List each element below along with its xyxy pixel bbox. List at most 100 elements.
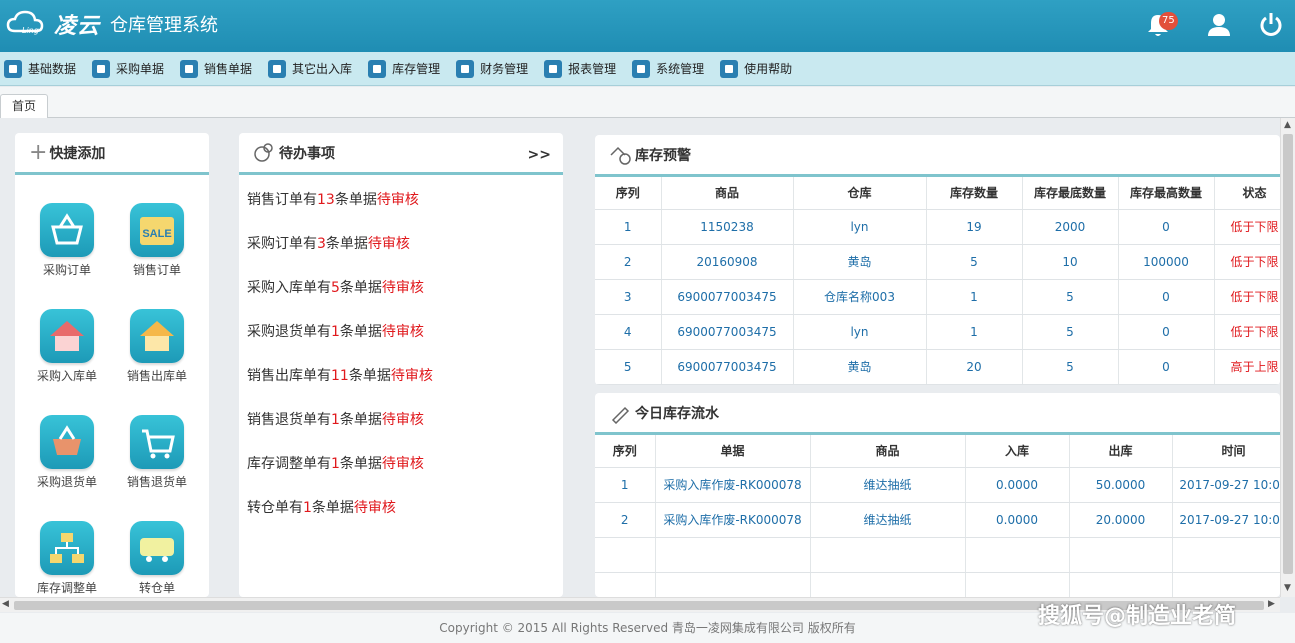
status-text: 低于下限: [1214, 209, 1280, 245]
plus-icon: +: [29, 140, 48, 165]
menu-label: 库存管理: [392, 62, 441, 76]
quick-add-sales-return[interactable]: 销售退货单: [112, 415, 202, 490]
menu-label: 系统管理: [656, 62, 705, 76]
tab-bar: 首页: [0, 87, 1295, 118]
system-title: 仓库管理系统: [110, 15, 219, 36]
quick-add-sales-outbound[interactable]: 销售出库单: [112, 309, 202, 384]
todo-status: 待审核: [376, 192, 419, 208]
card-icon: [456, 59, 475, 78]
todo-count: 1: [303, 500, 312, 516]
todo-status: 待审核: [381, 280, 424, 296]
todo-count: 5: [331, 280, 340, 296]
stock-alert-header: 库存预警: [595, 135, 1280, 177]
quick-add-sales-order[interactable]: SALE 销售订单: [112, 203, 202, 278]
cart-icon: [130, 415, 184, 469]
logo: Ling 凌云 仓库管理系统: [6, 8, 218, 40]
tab-home[interactable]: 首页: [0, 94, 48, 118]
scroll-right-icon[interactable]: ▶: [1268, 599, 1275, 609]
menu-label: 使用帮助: [744, 62, 793, 76]
status-text: 低于下限: [1214, 314, 1280, 350]
todo-count: 13: [317, 192, 335, 208]
cube-icon: [4, 59, 22, 78]
empty-row: [595, 537, 1280, 573]
vertical-scrollbar[interactable]: ▲ ▼: [1280, 118, 1295, 597]
quick-add-header: + 快捷添加: [15, 133, 209, 175]
calendar-icon: [268, 59, 287, 78]
more-link[interactable]: >>: [528, 147, 551, 163]
notification-badge: 75: [1159, 12, 1178, 30]
column-header: 序列: [595, 177, 662, 210]
sale-sign-icon: SALE: [130, 203, 184, 257]
stock-flow-title: 今日库存流水: [635, 405, 719, 422]
empty-row: [595, 572, 1280, 597]
todo-item[interactable]: 销售出库单有11条单据待审核: [247, 365, 433, 385]
main-menu: 基础数据 采购单据 销售单据 其它出入库 库存管理 财务管理 报表管理 系统管理…: [0, 52, 1295, 86]
menu-item-system[interactable]: 系统管理: [632, 59, 705, 78]
menu-item-finance[interactable]: 财务管理: [456, 59, 529, 78]
todo-item[interactable]: 转仓单有1条单据待审核: [247, 497, 396, 517]
status-text: 低于下限: [1214, 244, 1280, 280]
table-row[interactable]: 2 采购入库作废-RK000078 维达抽纸 0.0000 20.0000 2017-09…: [595, 502, 1280, 538]
table-row[interactable]: 2 20160908 黄岛 5 10 100000 低于下限: [595, 244, 1280, 280]
menu-item-inventory[interactable]: 库存管理: [368, 59, 441, 78]
todo-item[interactable]: 库存调整单有1条单据待审核: [247, 453, 424, 473]
menu-item-purchase-docs[interactable]: 采购单据: [92, 59, 165, 78]
quick-add-transfer[interactable]: 转仓单: [112, 521, 202, 596]
svg-text:SALE: SALE: [142, 228, 171, 240]
table-row[interactable]: 1 采购入库作废-RK000078 维达抽纸 0.0000 50.0000 2017-09…: [595, 467, 1280, 503]
todo-item[interactable]: 采购入库单有5条单据待审核: [247, 277, 424, 297]
scroll-thumb[interactable]: [1283, 134, 1293, 574]
table-row[interactable]: 5 6900077003475 黄岛 20 5 0 高于上限: [595, 349, 1280, 385]
todo-status: 待审核: [381, 456, 424, 472]
todo-item[interactable]: 销售退货单有1条单据待审核: [247, 409, 424, 429]
status-text: 低于下限: [1214, 279, 1280, 315]
power-icon[interactable]: [1256, 10, 1286, 40]
menu-item-other-inout[interactable]: 其它出入库: [268, 59, 352, 78]
todo-item[interactable]: 销售订单有13条单据待审核: [247, 189, 419, 209]
column-header: 库存数量: [926, 177, 1023, 210]
todo-count: 1: [331, 324, 340, 340]
scroll-down-icon[interactable]: ▼: [1284, 583, 1291, 593]
scroll-up-icon[interactable]: ▲: [1284, 120, 1291, 130]
quick-add-label: 库存调整单: [36, 581, 97, 595]
menu-item-help[interactable]: 使用帮助: [720, 59, 793, 78]
column-header: 库存最底数量: [1022, 177, 1119, 210]
stock-flow-table: 序列 单据 商品 入库 出库 时间 1 采购入库作废-RK000078 维达抽纸 0.…: [595, 435, 1280, 597]
table-row[interactable]: 3 6900077003475 仓库名称003 1 5 0 低于下限: [595, 279, 1280, 315]
calendar-icon: [180, 59, 199, 78]
menu-label: 财务管理: [480, 62, 529, 76]
column-header: 商品: [810, 435, 966, 468]
quick-add-label: 销售退货单: [126, 475, 187, 489]
quick-add-stock-adjust[interactable]: 库存调整单: [22, 521, 112, 596]
menu-item-sales-docs[interactable]: 销售单据: [180, 59, 253, 78]
column-header: 单据: [655, 435, 811, 468]
column-header: 序列: [595, 435, 656, 468]
todo-item[interactable]: 采购订单有3条单据待审核: [247, 233, 410, 253]
pen-icon: [609, 402, 631, 424]
table-header-row: 序列 商品 仓库 库存数量 库存最底数量 库存最高数量 状态: [595, 177, 1280, 210]
globe-search-icon: [253, 142, 275, 164]
table-row[interactable]: 4 6900077003475 lyn 1 5 0 低于下限: [595, 314, 1280, 350]
house-icon: [130, 309, 184, 363]
column-header: 时间: [1172, 435, 1280, 468]
quick-add-purchase-return[interactable]: 采购退货单: [22, 415, 112, 490]
calendar-icon: [544, 59, 563, 78]
menu-label: 销售单据: [204, 62, 253, 76]
table-row[interactable]: 1 1150238 lyn 19 2000 0 低于下限: [595, 209, 1280, 245]
menu-item-reports[interactable]: 报表管理: [544, 59, 617, 78]
scroll-left-icon[interactable]: ◀: [2, 599, 9, 609]
menu-item-basic-data[interactable]: 基础数据: [4, 59, 76, 78]
basket-icon: [92, 59, 111, 78]
menu-label: 采购单据: [116, 62, 165, 76]
quick-add-purchase-order[interactable]: 采购订单: [22, 203, 112, 278]
menu-label: 报表管理: [568, 62, 617, 76]
org-chart-icon: [40, 521, 94, 575]
todo-item[interactable]: 采购退货单有1条单据待审核: [247, 321, 424, 341]
house-icon: [40, 309, 94, 363]
cloud-logo-icon: Ling: [6, 9, 44, 39]
quick-add-label: 采购入库单: [36, 369, 97, 383]
todo-status: 待审核: [390, 368, 433, 384]
user-icon[interactable]: [1204, 10, 1234, 40]
stock-flow-header: 今日库存流水: [595, 393, 1280, 435]
quick-add-purchase-inbound[interactable]: 采购入库单: [22, 309, 112, 384]
